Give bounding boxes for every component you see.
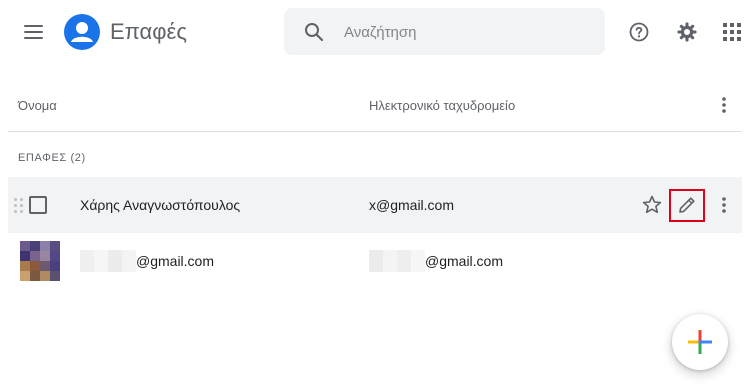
section-label: ΕΠΑΦΕΣ (2) bbox=[18, 152, 86, 164]
avatar[interactable] bbox=[20, 241, 60, 281]
app-title[interactable]: Επαφές bbox=[110, 18, 187, 46]
pencil-icon[interactable] bbox=[675, 193, 699, 217]
redacted-block bbox=[80, 250, 136, 272]
contact-email[interactable]: @gmail.com bbox=[425, 252, 503, 270]
more-vert-icon[interactable] bbox=[714, 95, 734, 115]
contacts-person-icon[interactable] bbox=[64, 14, 100, 50]
apps-grid-icon[interactable] bbox=[720, 20, 744, 44]
gear-icon[interactable] bbox=[675, 20, 699, 44]
table-row[interactable]: @gmail.com @gmail.com bbox=[8, 233, 742, 289]
search-input[interactable] bbox=[344, 19, 594, 45]
star-outline-icon[interactable] bbox=[640, 193, 664, 217]
table-row[interactable]: Χάρης Αναγνωστόπουλος x@gmail.com bbox=[8, 177, 742, 233]
add-contact-button[interactable] bbox=[672, 314, 728, 370]
search-icon[interactable] bbox=[302, 20, 326, 44]
app-header: Επαφές bbox=[0, 0, 750, 64]
column-header-email[interactable]: Ηλεκτρονικό ταχυδρομείο bbox=[369, 96, 515, 116]
contact-name[interactable]: Χάρης Αναγνωστόπουλος bbox=[80, 196, 240, 214]
search-bar[interactable] bbox=[284, 8, 605, 55]
column-header-name[interactable]: Όνομα bbox=[18, 96, 57, 116]
contact-email[interactable]: x@gmail.com bbox=[369, 196, 454, 214]
plus-icon bbox=[688, 330, 712, 354]
row-more-vert-icon[interactable] bbox=[712, 193, 736, 217]
help-icon[interactable] bbox=[627, 20, 651, 44]
header-divider bbox=[8, 131, 742, 132]
redacted-block bbox=[369, 250, 425, 272]
menu-icon[interactable] bbox=[20, 18, 48, 46]
contact-name[interactable]: @gmail.com bbox=[136, 252, 214, 270]
row-checkbox[interactable] bbox=[29, 196, 47, 214]
drag-handle-icon[interactable] bbox=[13, 197, 25, 213]
